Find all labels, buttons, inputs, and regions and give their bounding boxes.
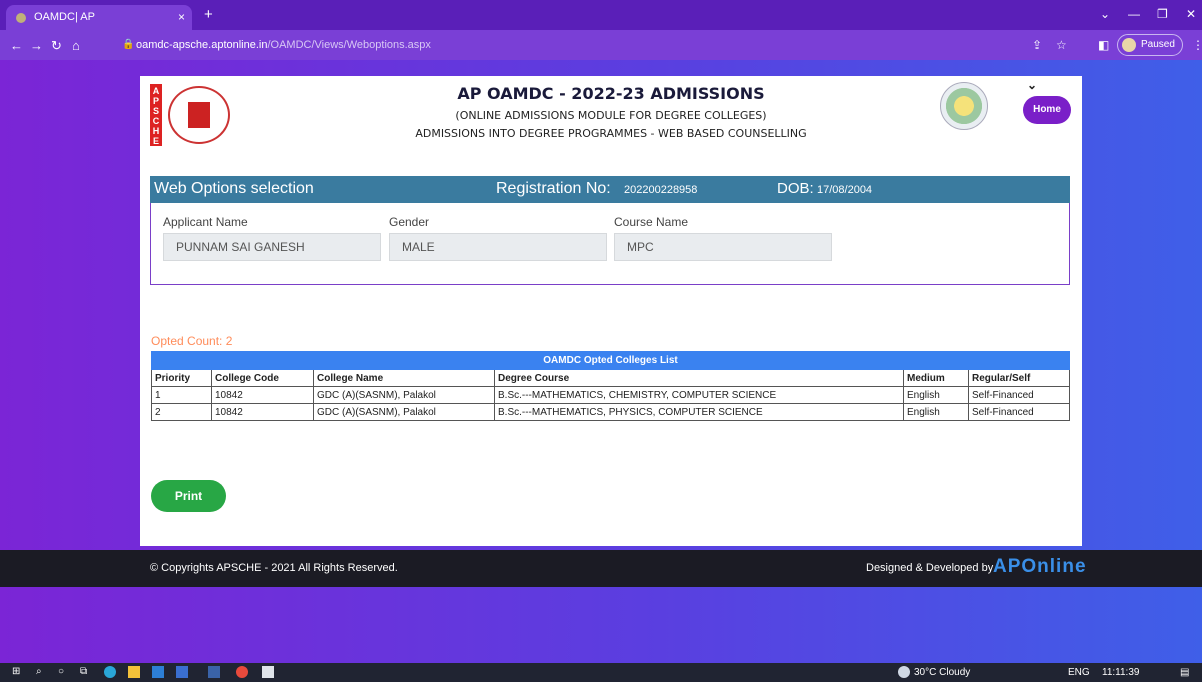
cell-priority: 1 <box>151 386 212 404</box>
col-college-name: College Name <box>313 369 495 387</box>
windows-start-icon[interactable]: ⊞ <box>12 666 24 678</box>
col-medium: Medium <box>903 369 969 387</box>
opted-colleges-table: OAMDC Opted Colleges List Priority Colle… <box>151 351 1070 421</box>
file-explorer-icon[interactable] <box>128 666 140 678</box>
clock[interactable]: 11:11:39 <box>1102 667 1139 678</box>
cell-college-code: 10842 <box>211 403 314 421</box>
cell-degree-course: B.Sc.---MATHEMATICS, CHEMISTRY, COMPUTER… <box>494 386 904 404</box>
page-subtitle-2: ADMISSIONS INTO DEGREE PROGRAMMES - WEB … <box>415 127 807 140</box>
tab-close-icon[interactable]: × <box>178 10 185 24</box>
home-icon[interactable]: ⌂ <box>72 38 80 53</box>
main-panel: Web Options selection Registration No: 2… <box>140 164 1082 546</box>
avatar <box>1122 38 1136 52</box>
applicant-name-label: Applicant Name <box>163 215 248 229</box>
chrome-icon[interactable] <box>236 666 248 678</box>
table-header-row: Priority College Code College Name Degre… <box>151 369 1070 387</box>
col-regular-self: Regular/Self <box>968 369 1070 387</box>
profile-status: Paused <box>1141 39 1175 50</box>
developed-by-text: Designed & Developed by <box>866 562 994 574</box>
dob-label: DOB: <box>777 180 814 197</box>
col-priority: Priority <box>151 369 212 387</box>
menu-icon[interactable]: ⋮ <box>1192 38 1202 52</box>
mail-icon[interactable] <box>176 666 188 678</box>
task-view-icon[interactable]: ⧉ <box>80 666 92 678</box>
cell-college-name: GDC (A)(SASNM), Palakol <box>313 403 495 421</box>
profile-paused-button[interactable]: Paused <box>1117 34 1183 56</box>
cell-medium: English <box>903 386 969 404</box>
site-header: APSCHE AP OAMDC - 2022-23 ADMISSIONS (ON… <box>140 76 1082 169</box>
reload-icon[interactable]: ↻ <box>51 38 62 54</box>
site-footer: © Copyrights APSCHE - 2021 All Rights Re… <box>0 550 1202 587</box>
section-title: Web Options selection <box>154 180 314 197</box>
tab-search-icon[interactable]: ⌄ <box>1100 7 1110 21</box>
restore-icon[interactable]: ❐ <box>1157 7 1168 21</box>
registration-value: 202200228958 <box>624 184 698 196</box>
aponline-logo: APOnline <box>993 556 1087 577</box>
browser-toolbar: ← → ↻ ⌂ 🔒 oamdc-apsche.aptonline.in/OAMD… <box>0 30 1202 60</box>
home-button[interactable]: Home <box>1023 96 1071 124</box>
page-body: APSCHE AP OAMDC - 2022-23 ADMISSIONS (ON… <box>0 60 1202 663</box>
table-caption: OAMDC Opted Colleges List <box>151 351 1070 370</box>
notes-icon[interactable] <box>262 666 274 678</box>
browser-tab[interactable]: OAMDC| AP × <box>6 5 192 30</box>
col-degree-course: Degree Course <box>494 369 904 387</box>
cortana-icon[interactable]: ○ <box>58 666 70 678</box>
lock-icon: 🔒 <box>122 39 135 50</box>
cell-college-code: 10842 <box>211 386 314 404</box>
notification-icon[interactable]: ▤ <box>1180 667 1189 678</box>
language-indicator[interactable]: ENG <box>1068 667 1090 678</box>
weather-icon <box>898 666 910 678</box>
gender-field: MALE <box>389 233 607 261</box>
back-icon[interactable]: ← <box>10 38 23 53</box>
gender-label: Gender <box>389 215 430 229</box>
dob-value: 17/08/2004 <box>817 184 873 196</box>
site-favicon-icon <box>16 13 26 23</box>
tab-title: OAMDC| AP <box>34 11 95 23</box>
cell-medium: English <box>903 403 969 421</box>
app-icon[interactable] <box>208 666 220 678</box>
chevron-down-icon[interactable]: ⌄ <box>1027 78 1037 92</box>
bookmark-star-icon[interactable]: ☆ <box>1056 38 1067 52</box>
registration-label: Registration No: <box>496 180 611 197</box>
opted-count: Opted Count: 2 <box>151 334 233 348</box>
copyright-text: © Copyrights APSCHE - 2021 All Rights Re… <box>150 562 398 574</box>
table-row: 1 10842 GDC (A)(SASNM), Palakol B.Sc.---… <box>151 386 1070 404</box>
minimize-icon[interactable]: — <box>1128 7 1140 21</box>
os-taskbar: ⊞ ⌕ ○ ⧉ 30°C Cloudy ENG 11:11:39 ▤ <box>0 663 1202 682</box>
forward-icon[interactable]: → <box>30 38 43 53</box>
print-button[interactable]: Print <box>151 480 226 512</box>
new-tab-button[interactable]: + <box>204 6 213 23</box>
ap-govt-emblem-icon <box>940 82 988 130</box>
course-name-label: Course Name <box>614 215 689 229</box>
address-bar[interactable]: 🔒 oamdc-apsche.aptonline.in/OAMDC/Views/… <box>112 35 1182 56</box>
side-panel-icon[interactable]: ◧ <box>1098 38 1109 52</box>
table-row: 2 10842 GDC (A)(SASNM), Palakol B.Sc.---… <box>151 403 1070 421</box>
cell-priority: 2 <box>151 403 212 421</box>
col-college-code: College Code <box>211 369 314 387</box>
weather-text[interactable]: 30°C Cloudy <box>914 667 970 678</box>
search-icon[interactable]: ⌕ <box>36 666 48 678</box>
cell-degree-course: B.Sc.---MATHEMATICS, PHYSICS, COMPUTER S… <box>494 403 904 421</box>
store-icon[interactable] <box>152 666 164 678</box>
cell-regular-self: Self-Financed <box>968 386 1070 404</box>
applicant-details: Applicant Name PUNNAM SAI GANESH Gender … <box>150 203 1070 285</box>
cell-college-name: GDC (A)(SASNM), Palakol <box>313 386 495 404</box>
cell-regular-self: Self-Financed <box>968 403 1070 421</box>
web-options-header: Web Options selection Registration No: 2… <box>150 176 1070 203</box>
edge-icon[interactable] <box>104 666 116 678</box>
url-text: oamdc-apsche.aptonline.in/OAMDC/Views/We… <box>136 39 431 51</box>
share-icon[interactable]: ⇪ <box>1032 38 1042 52</box>
close-window-icon[interactable]: ✕ <box>1186 7 1196 21</box>
applicant-name-field: PUNNAM SAI GANESH <box>163 233 381 261</box>
course-name-field: MPC <box>614 233 832 261</box>
browser-titlebar: OAMDC| AP × + ⌄ — ❐ ✕ <box>0 0 1202 30</box>
